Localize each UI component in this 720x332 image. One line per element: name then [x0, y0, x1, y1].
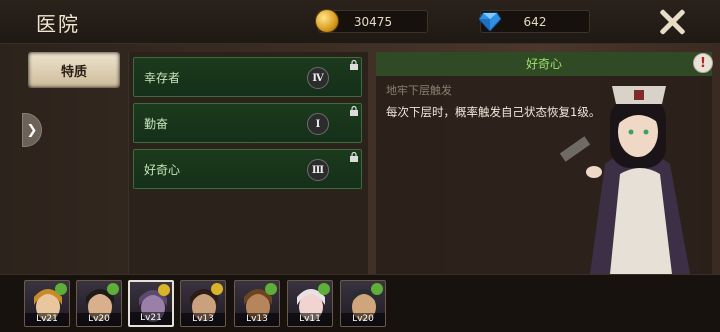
hero-portrait[interactable]: Lv21	[128, 280, 174, 327]
trait-rank-badge: Ⅲ	[307, 159, 329, 181]
page-title: 医院	[36, 12, 80, 36]
lock-icon	[350, 106, 358, 116]
info-icon[interactable]: !	[693, 53, 713, 73]
lock-icon	[350, 152, 358, 162]
hero-portrait[interactable]: Lv21	[24, 280, 70, 327]
hero-level: Lv20	[341, 313, 385, 326]
mood-icon	[318, 283, 330, 295]
hero-portrait[interactable]: Lv20	[340, 280, 386, 327]
detail-trigger: 地牢下层触发	[386, 84, 452, 97]
mood-icon	[158, 284, 170, 296]
hero-level: Lv13	[181, 313, 225, 326]
trait-rank-badge: Ⅰ	[307, 113, 329, 135]
hero-portrait[interactable]: Lv13	[180, 280, 226, 327]
hero-level: Lv21	[25, 313, 69, 326]
lock-icon	[350, 60, 358, 70]
close-icon[interactable]	[654, 4, 690, 40]
hero-level: Lv21	[130, 312, 172, 325]
nurse-portrait	[559, 86, 690, 274]
gold-coin-icon	[315, 9, 339, 33]
trait-list: 幸存者 Ⅳ 勤奋 Ⅰ 好奇心 Ⅲ	[128, 52, 368, 274]
hero-portrait[interactable]: Lv20	[76, 280, 122, 327]
mood-icon	[265, 283, 277, 295]
gold-counter: 30475	[315, 9, 428, 33]
hero-portrait[interactable]: Lv13	[234, 280, 280, 327]
tab-trait[interactable]: 特质	[28, 52, 120, 88]
trait-rank-badge: Ⅳ	[307, 67, 329, 89]
trait-item[interactable]: 幸存者 Ⅳ	[133, 57, 362, 97]
trait-item[interactable]: 勤奋 Ⅰ	[133, 103, 362, 143]
trait-name: 好奇心	[144, 163, 181, 177]
hero-level: Lv20	[77, 313, 121, 326]
mood-icon	[371, 283, 383, 295]
trait-item[interactable]: 好奇心 Ⅲ	[133, 149, 362, 189]
trait-name: 幸存者	[144, 71, 181, 85]
hero-portrait[interactable]: Lv11	[287, 280, 333, 327]
diamond-icon	[479, 12, 501, 31]
trait-name: 勤奋	[144, 117, 169, 131]
mood-icon	[211, 283, 223, 295]
hero-level: Lv11	[288, 313, 332, 326]
mood-icon	[55, 283, 67, 295]
hero-level: Lv13	[235, 313, 279, 326]
mood-icon	[107, 283, 119, 295]
gem-counter: 642	[479, 10, 590, 33]
